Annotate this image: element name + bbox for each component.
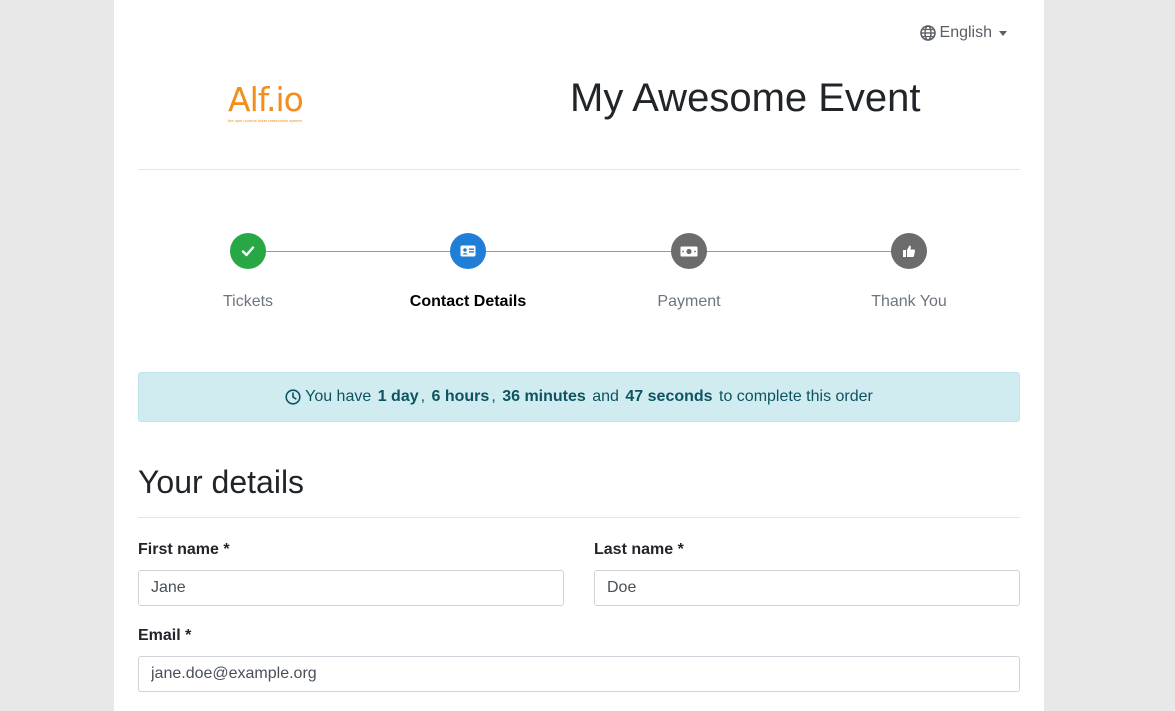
logo-text: Alf.io	[228, 80, 304, 119]
id-card-icon	[460, 245, 476, 257]
timer-days: 1 day	[377, 388, 419, 405]
step-contact-details: Contact Details	[358, 232, 578, 311]
chevron-down-icon	[999, 30, 1007, 36]
timer-prefix: You have	[305, 388, 372, 405]
step-thank-you: Thank You	[799, 232, 1019, 311]
event-title: My Awesome Event	[570, 76, 921, 120]
timer-seconds: 47 seconds	[625, 388, 713, 405]
thumbs-up-icon	[903, 245, 916, 257]
clock-icon	[285, 389, 301, 405]
section-title: Your details	[138, 464, 305, 500]
step-circle-active	[450, 233, 486, 269]
timer-minutes: 36 minutes	[502, 388, 586, 405]
step-circle-todo	[891, 233, 927, 269]
last-name-field[interactable]	[594, 570, 1020, 606]
globe-icon	[919, 25, 936, 41]
timer-and: and	[592, 388, 619, 405]
language-dropdown[interactable]: English	[919, 24, 1007, 42]
language-label: English	[939, 24, 992, 41]
timer-hours: 6 hours	[431, 388, 490, 405]
step-label: Thank You	[871, 293, 947, 310]
first-name-label: First name *	[138, 541, 230, 558]
email-field[interactable]	[138, 656, 1020, 692]
step-circle-done	[230, 233, 266, 269]
header-divider	[138, 169, 1020, 170]
money-icon	[680, 246, 698, 256]
logo-tagline: the open source ticket reservation syste…	[228, 118, 302, 123]
check-icon	[241, 246, 255, 257]
section-divider	[138, 517, 1020, 518]
reservation-timer-alert: You have 1 day, 6 hours, 36 minutes and …	[138, 372, 1020, 422]
step-tickets: Tickets	[138, 232, 358, 311]
last-name-label: Last name *	[594, 541, 684, 558]
checkout-stepper: Tickets Contact Details Payment Thank Yo…	[138, 232, 1020, 322]
main-container: English Alf.io the open source ticket re…	[114, 0, 1044, 711]
step-circle-todo	[671, 233, 707, 269]
alfio-logo: Alf.io the open source ticket reservatio…	[228, 80, 324, 128]
step-payment: Payment	[579, 232, 799, 311]
first-name-field[interactable]	[138, 570, 564, 606]
step-label: Tickets	[222, 293, 274, 310]
step-label: Contact Details	[409, 293, 527, 310]
timer-suffix: to complete this order	[719, 388, 873, 405]
email-label: Email *	[138, 627, 192, 644]
step-label: Payment	[657, 293, 721, 310]
